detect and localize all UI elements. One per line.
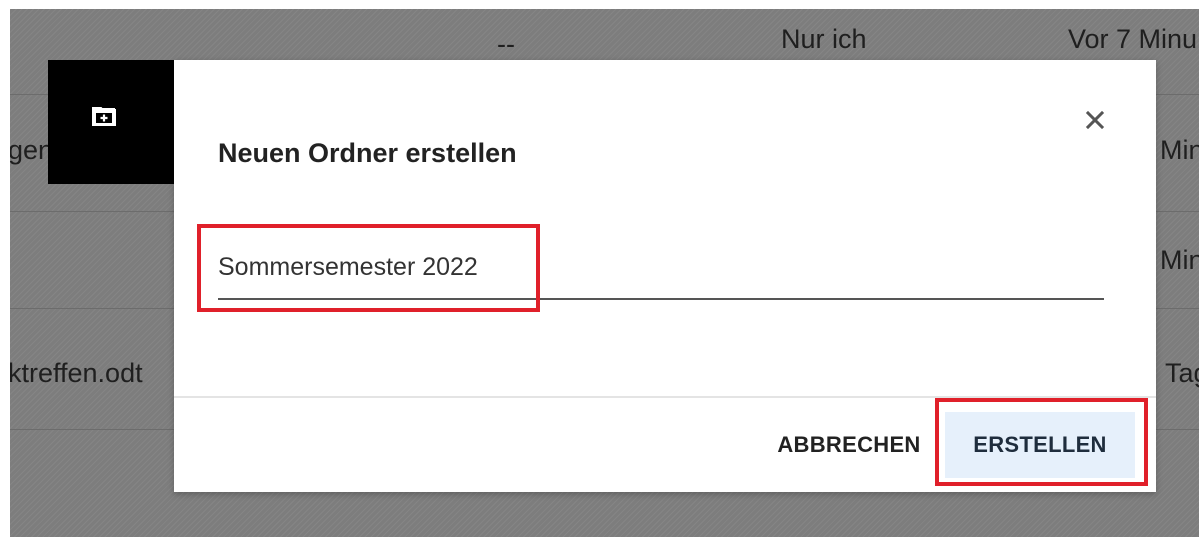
footer-divider — [174, 396, 1156, 398]
row3-modified-cell: Minu — [1160, 245, 1199, 275]
row4-modified-cell: Tag — [1165, 358, 1199, 388]
close-icon — [1085, 110, 1105, 130]
row2-modified-cell: Minu — [1160, 135, 1199, 165]
create-folder-dialog: Neuen Ordner erstellen ABBRECHEN ERSTELL… — [174, 60, 1156, 492]
cancel-button[interactable]: ABBRECHEN — [764, 412, 934, 478]
create-button[interactable]: ERSTELLEN — [945, 412, 1135, 478]
row4-name-cell: ktreffen.odt — [10, 358, 143, 388]
folder-plus-icon — [92, 107, 116, 126]
row2-name-cell: gen — [10, 135, 54, 165]
row1-size-cell: -- — [497, 29, 515, 59]
row1-share-cell: Nur ich — [781, 24, 867, 54]
input-underline — [218, 298, 1104, 300]
dialog-title: Neuen Ordner erstellen — [218, 138, 517, 168]
close-button[interactable] — [1079, 104, 1111, 136]
folder-name-input[interactable] — [218, 236, 1104, 298]
row1-modified-cell: Vor 7 Minu — [1068, 24, 1198, 54]
folder-name-field — [218, 236, 1104, 302]
dialog-icon-tile — [48, 60, 174, 184]
